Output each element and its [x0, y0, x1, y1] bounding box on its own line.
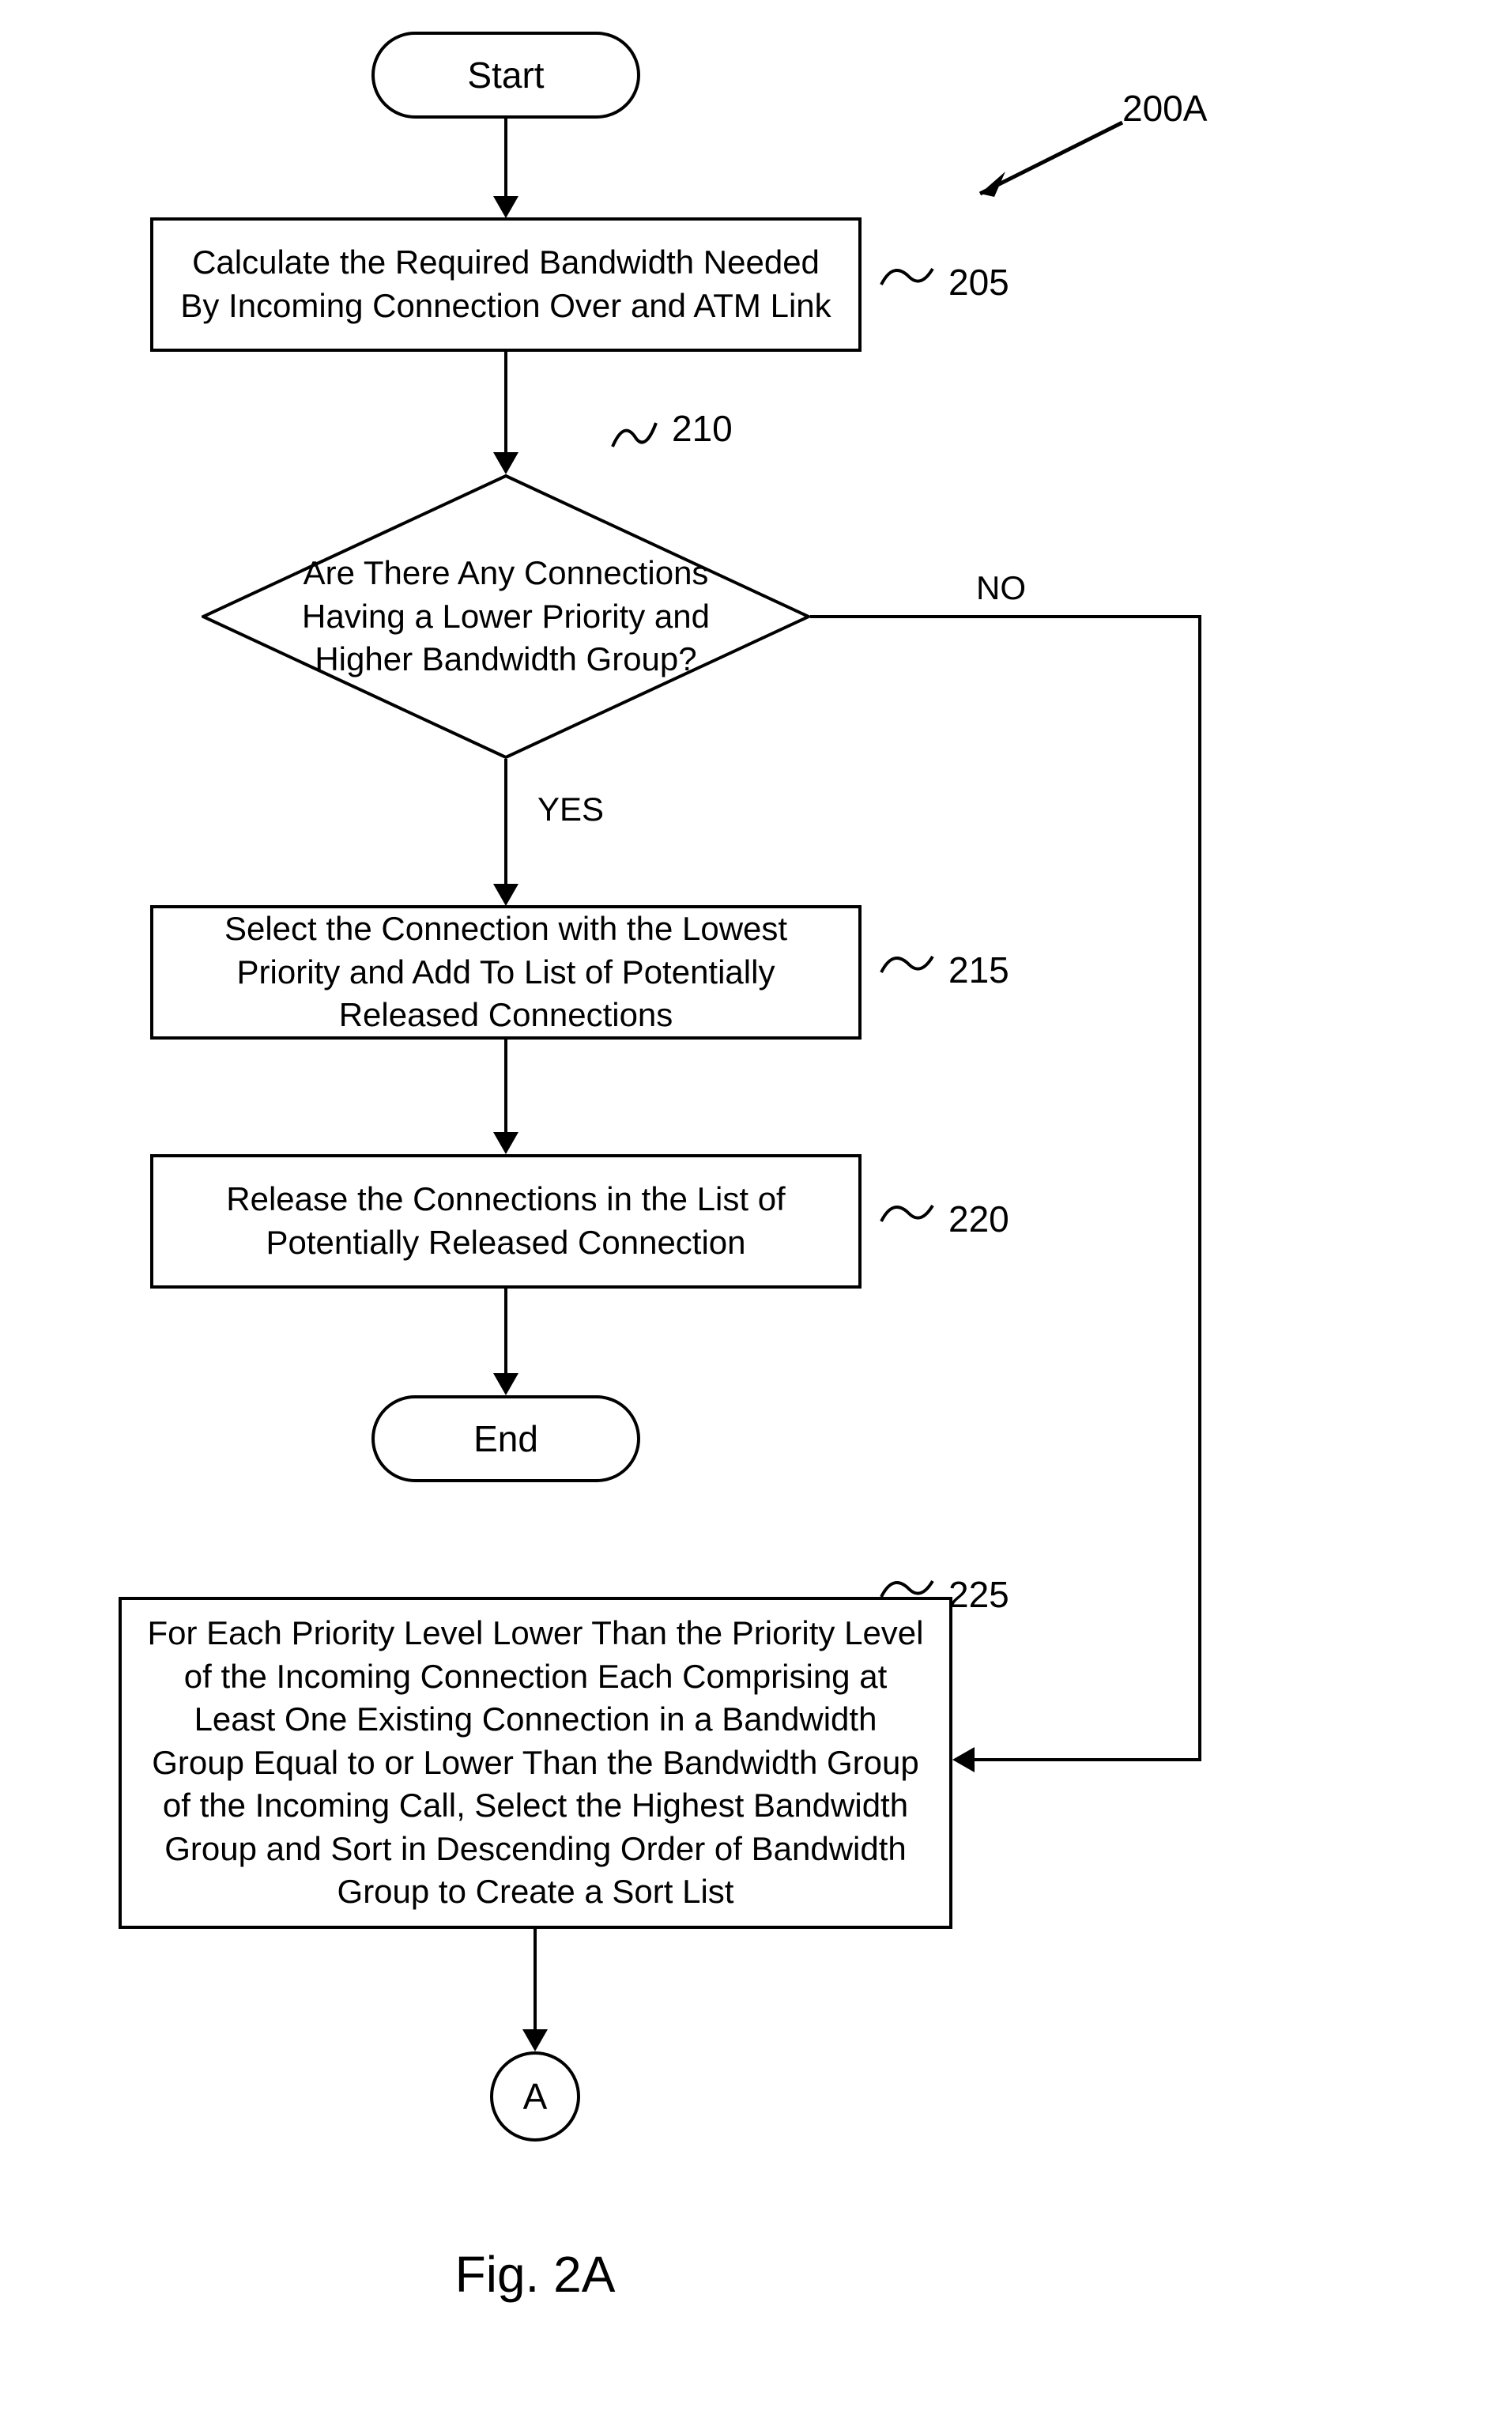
terminator-end: End — [371, 1395, 640, 1482]
connector-a: A — [490, 2051, 580, 2142]
arrow-start-step1 — [504, 119, 507, 198]
ref-215: 215 — [948, 949, 1009, 991]
ref-210: 210 — [672, 407, 733, 450]
process-calc-bandwidth: Calculate the Required Bandwidth Needed … — [150, 217, 862, 352]
step3-label: Release the Connections in the List of P… — [177, 1178, 835, 1264]
step4-label: For Each Priority Level Lower Than the P… — [145, 1612, 926, 1914]
ref-squiggle-215 — [877, 941, 941, 988]
no-label: NO — [976, 569, 1026, 607]
step2-label: Select the Connection with the Lowest Pr… — [177, 908, 835, 1037]
ref-squiggle-210 — [605, 403, 668, 459]
arrow-no-into-step4 — [974, 1758, 1201, 1761]
start-label: Start — [467, 54, 544, 96]
decision-label: Are There Any Connections Having a Lower… — [285, 552, 727, 681]
process-select-lowest-priority: Select the Connection with the Lowest Pr… — [150, 905, 862, 1040]
arrow-step4-connector — [534, 1929, 537, 2032]
ref-arrow-200a — [956, 115, 1130, 209]
step1-label: Calculate the Required Bandwidth Needed … — [177, 241, 835, 327]
ref-squiggle-220 — [877, 1190, 941, 1237]
arrow-step3-end — [504, 1289, 507, 1376]
ref-205: 205 — [948, 261, 1009, 304]
arrow-step2-step3 — [504, 1040, 507, 1134]
ref-220: 220 — [948, 1198, 1009, 1240]
ref-225: 225 — [948, 1573, 1009, 1616]
arrowhead-step4-connector — [522, 2029, 548, 2051]
arrow-step1-decision — [504, 352, 507, 455]
ref-squiggle-205 — [877, 253, 941, 300]
terminator-start: Start — [371, 32, 640, 119]
yes-label: YES — [537, 791, 604, 828]
arrowhead-step2-step3 — [493, 1132, 518, 1154]
arrow-decision-step2 — [504, 759, 507, 885]
arrowhead-step3-end — [493, 1373, 518, 1395]
end-label: End — [473, 1417, 538, 1460]
flowchart-canvas: Start Calculate the Required Bandwidth N… — [150, 32, 1359, 2387]
ref-squiggle-225 — [877, 1565, 941, 1613]
arrow-no-vertical — [1198, 615, 1201, 1761]
arrowhead-decision-step2 — [493, 884, 518, 906]
process-for-each-priority: For Each Priority Level Lower Than the P… — [119, 1597, 952, 1929]
ref-200a: 200A — [1122, 87, 1207, 130]
process-release-connections: Release the Connections in the List of P… — [150, 1154, 862, 1289]
figure-caption: Fig. 2A — [455, 2245, 616, 2304]
arrowhead-step1-decision — [493, 452, 518, 474]
arrow-no-horizontal — [810, 615, 1201, 618]
arrowhead-start-step1 — [493, 196, 518, 218]
arrowhead-no-into-step4 — [952, 1747, 975, 1772]
decision-any-connections: Are There Any Connections Having a Lower… — [202, 474, 810, 759]
connector-a-label: A — [523, 2075, 548, 2118]
